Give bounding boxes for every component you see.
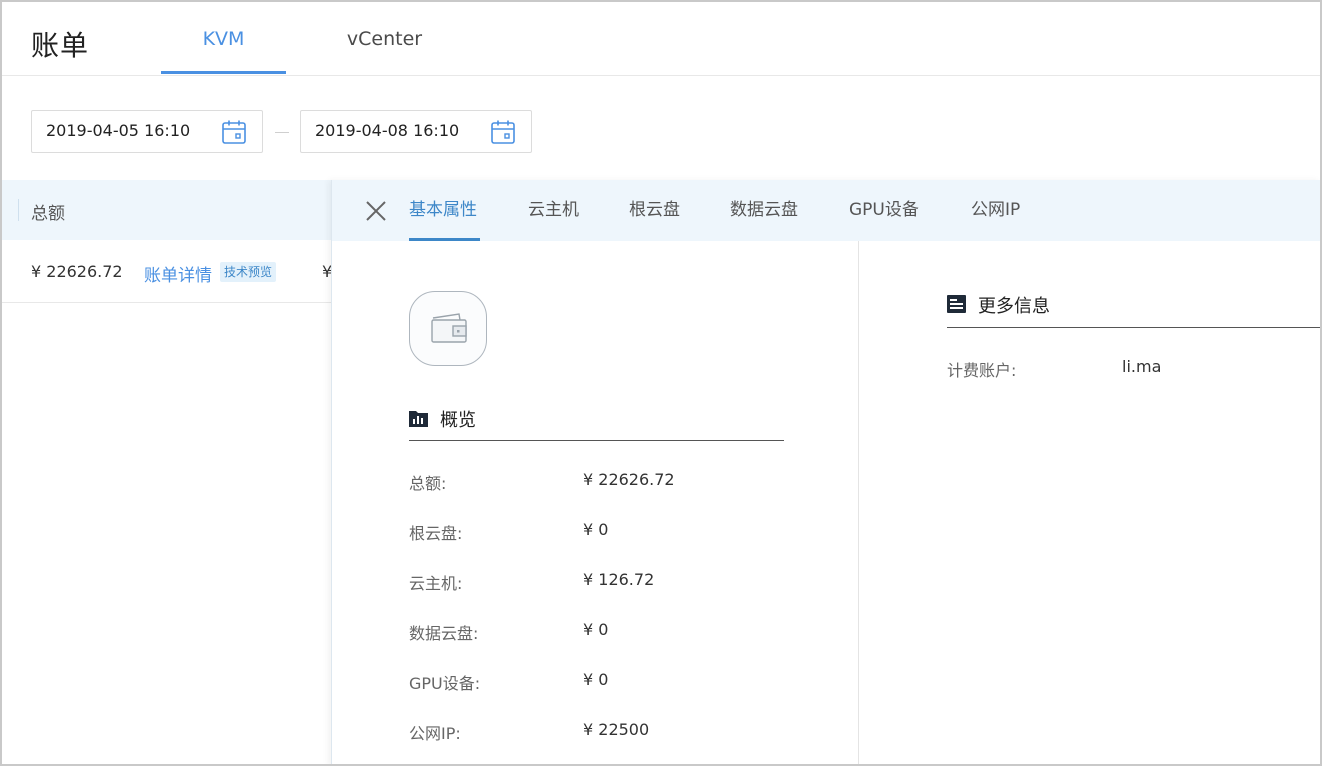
overview-label-data-volume: 数据云盘: [409,624,479,643]
tab-kvm[interactable]: KVM [161,28,286,74]
date-range-separator [275,132,289,133]
end-date-input[interactable] [315,121,485,140]
tech-preview-badge: 技术预览 [220,262,277,282]
calendar-icon[interactable] [490,119,516,145]
billing-account-value: li.ma [1122,357,1162,376]
folder-chart-icon [409,411,428,427]
more-info-section-header: 更多信息 [947,292,1320,328]
tab-data-volume[interactable]: 数据云盘 [730,180,798,241]
overview-label-gpu: GPU设备: [409,674,481,693]
wallet-icon [431,313,467,343]
start-date-picker[interactable] [31,110,263,153]
overview-value-vm: ¥ 126.72 [583,570,655,589]
tab-public-ip[interactable]: 公网IP [971,180,1020,241]
page-title: 账单 [31,29,90,62]
overview-value-total: ¥ 22626.72 [583,470,675,489]
overview-title: 概览 [440,410,476,431]
detail-tab-bar: 基本属性 云主机 根云盘 数据云盘 GPU设备 公网IP [332,180,1320,241]
overview-label-total: 总额: [409,474,447,493]
tab-root-volume[interactable]: 根云盘 [629,180,680,241]
bill-detail-panel: 基本属性 云主机 根云盘 数据云盘 GPU设备 公网IP 概览 总额: ¥ 22… [331,180,1320,764]
active-tab-indicator [409,238,480,241]
overview-label-root-volume: 根云盘: [409,524,463,543]
table-row[interactable]: ¥ 22626.72 账单详情 技术预览 ¥ [2,241,332,303]
bill-list-header: 总额 [2,180,332,240]
overview-value-root-volume: ¥ 0 [583,520,609,539]
info-card-icon [947,295,966,313]
overview-value-data-volume: ¥ 0 [583,620,609,639]
column-divider [18,199,19,221]
more-info-title: 更多信息 [978,296,1050,317]
bill-detail-link[interactable]: 账单详情 [144,261,212,286]
tab-vcenter[interactable]: vCenter [322,28,447,74]
billing-account-label: 计费账户: [947,361,1017,380]
overview-value-public-ip: ¥ 22500 [583,720,650,739]
overview-section-header: 概览 [409,406,784,441]
billing-window: 账单 KVM vCenter 总额 ¥ 22626.72 账单详情 [0,0,1322,766]
tab-gpu-device[interactable]: GPU设备 [849,180,919,241]
avatar [409,291,487,366]
column-header-total[interactable]: 总额 [31,199,65,224]
end-date-picker[interactable] [300,110,532,153]
start-date-input[interactable] [46,121,216,140]
overview-label-public-ip: 公网IP: [409,724,461,743]
active-tab-indicator [161,71,286,74]
close-icon[interactable] [364,199,388,223]
calendar-icon[interactable] [221,119,247,145]
row-total-amount: ¥ 22626.72 [31,262,123,281]
column-divider [858,241,859,764]
overview-value-gpu: ¥ 0 [583,670,609,689]
tab-vm-instance[interactable]: 云主机 [528,180,579,241]
tab-basic-attributes[interactable]: 基本属性 [409,180,477,241]
overview-label-vm: 云主机: [409,574,463,593]
page-header: 账单 KVM vCenter [2,2,1320,76]
